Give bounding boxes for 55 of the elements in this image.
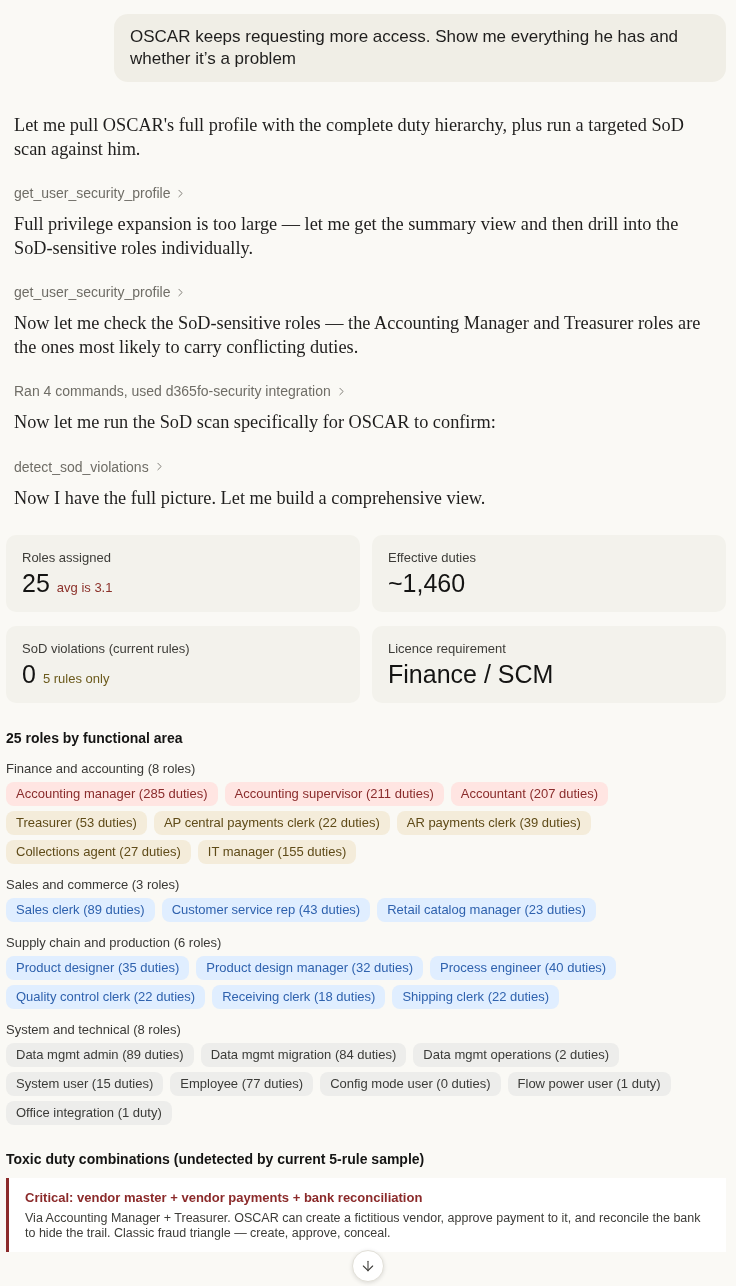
role-tag: Accounting manager (285 duties) [6,782,218,806]
role-tag: AR payments clerk (39 duties) [396,811,591,835]
scroll-down-button[interactable] [352,1250,384,1282]
metric-label: Effective duties [388,549,477,566]
metric-note: avg is 3.1 [56,580,113,596]
metric-note: 5 rules only [42,671,110,687]
role-tag: Config mode user (0 duties) [320,1072,501,1096]
role-tag: Flow power user (1 duty) [507,1072,671,1096]
group-label: Supply chain and production (6 roles) [6,935,223,951]
group-label: Sales and commerce (3 roles) [6,877,181,893]
metric-value: 25 [22,568,50,598]
role-tag: Treasurer (53 duties) [6,811,147,835]
tool-call-link[interactable]: get_user_security_profile [14,282,188,302]
metric-value: ~1,460 [388,568,466,598]
role-tag: Accounting supervisor (211 duties) [224,782,444,806]
role-tag: Retail catalog manager (23 duties) [377,898,596,922]
role-tag: Sales clerk (89 duties) [6,898,155,922]
role-tag: Data mgmt migration (84 duties) [200,1043,407,1067]
role-tag: Data mgmt operations (2 duties) [413,1043,619,1067]
role-tag: Shipping clerk (22 duties) [392,985,560,1009]
role-tag: Quality control clerk (22 duties) [6,985,206,1009]
metric-label: Licence requirement [388,640,507,657]
role-tag: Receiving clerk (18 duties) [212,985,386,1009]
assistant-message-text: Let me pull OSCAR's full profile with the complete duty hierarchy, plus run a targeted SoD scan against him. [14,114,685,161]
role-tag: System user (15 duties) [6,1072,164,1096]
assistant-message-text: Now let me run the SoD scan specifically for OSCAR to confirm: [14,411,497,434]
section-title: Toxic duty combinations (undetected by current 5-rule sample) [6,1150,426,1169]
role-tag: AP central payments clerk (22 duties) [153,811,390,835]
metric-value: Finance / SCM [388,659,554,689]
role-tag: Product design manager (32 duties) [196,956,423,980]
user-message-bubble: OSCAR keeps requesting more access. Show me everything he has and whether it’s a problem [114,14,726,82]
tool-call-link[interactable]: get_user_security_profile [14,183,188,203]
role-tag: Data mgmt admin (89 duties) [6,1043,194,1067]
arrow-down-icon [360,1258,376,1274]
role-tag: Employee (77 duties) [170,1072,314,1096]
role-tag: Collections agent (27 duties) [6,840,191,864]
alert-title: Critical: vendor master + vendor payments + bank reconciliation [25,1189,424,1207]
metric-label: SoD violations (current rules) [22,640,191,657]
role-tag: Product designer (35 duties) [6,956,190,980]
role-tag: Accountant (207 duties) [450,782,609,806]
alert-description: Via Accounting Manager + Treasurer. OSCAR can create a fictitious vendor, approve payment to it, and reconcile the bank to hide the trail. Classic fraud triangle — create, approve, conceal. [25,1211,702,1241]
section-title: 25 roles by functional area [6,729,184,748]
tool-call-link[interactable]: detect_sod_violations [14,456,166,477]
role-tag: IT manager (155 duties) [197,840,357,864]
metric-label: Roles assigned [22,549,112,566]
assistant-message-text: Now let me check the SoD-sensitive roles — the Accounting Manager and Treasurer roles are the ones most likely to carry conflicting duties. [14,312,702,359]
role-tag: Process engineer (40 duties) [430,956,617,980]
group-label: System and technical (8 roles) [6,1022,182,1038]
role-tag: Office integration (1 duty) [6,1101,172,1125]
role-tag: Customer service rep (43 duties) [161,898,371,922]
assistant-message-text: Now I have the full picture. Let me build a comprehensive view. [14,486,487,510]
assistant-message-text: Full privilege expansion is too large — let me get the summary view and then drill into the SoD-sensitive roles individually. [14,213,680,260]
metric-value: 0 [22,659,36,689]
tool-call-link[interactable]: Ran 4 commands, used d365fo-security integration [14,381,348,401]
group-label: Finance and accounting (8 roles) [6,761,197,777]
